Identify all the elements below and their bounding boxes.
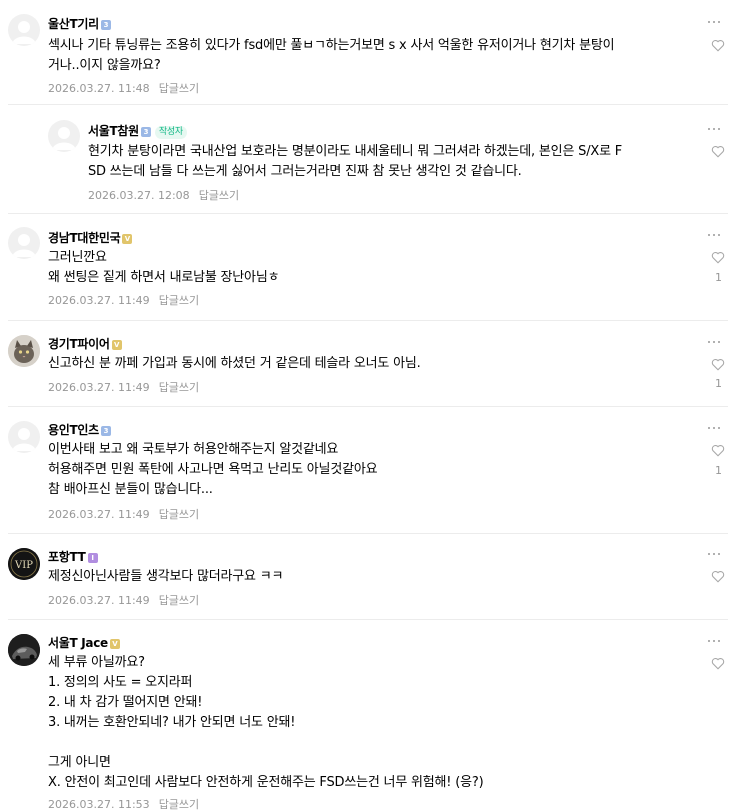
reply-button[interactable]: 답글쓰기 [159, 381, 199, 394]
more-options-icon[interactable] [708, 427, 721, 431]
divider [8, 104, 728, 105]
comment-date: 2026.03.27. 12:08 [88, 189, 190, 202]
reply-button[interactable]: 답글쓰기 [159, 798, 199, 811]
comment-date: 2026.03.27. 11:49 [48, 381, 150, 394]
comment-meta: 2026.03.27. 11:49 답글쓰기 [48, 506, 199, 522]
author-name[interactable]: 용인T인츠 3 [48, 421, 111, 438]
default-avatar-icon [12, 428, 36, 451]
vip-avatar-text: VIP [14, 560, 33, 571]
heart-icon[interactable] [711, 570, 725, 583]
comment-text: 신고하신 분 까페 가입과 동시에 하셨던 거 같은데 테슬라 오너도 아님. [48, 356, 421, 371]
comment-date: 2026.03.27. 11:53 [48, 798, 150, 811]
reply-button[interactable]: 답글쓰기 [159, 594, 199, 607]
divider [8, 320, 728, 321]
comment-text: 그러닌깐요 왜 썬팅은 짙게 하면서 내로남불 장난아님ㅎ [48, 250, 280, 285]
avatar[interactable] [8, 634, 40, 666]
comment-text: 세 부류 아닐까요? 1. 정의의 사도 = 오지라퍼 2. 내 차 감가 떨어… [48, 655, 484, 790]
heart-icon[interactable] [711, 657, 725, 670]
car-avatar-icon [8, 634, 40, 666]
avatar[interactable] [48, 120, 80, 152]
comment-meta: 2026.03.27. 11:48 답글쓰기 [48, 80, 199, 96]
cat-avatar-icon [8, 335, 40, 367]
level-icon: I [87, 553, 98, 563]
author-name[interactable]: 포항TT I [48, 548, 98, 565]
avatar[interactable] [8, 227, 40, 259]
default-avatar-icon [52, 127, 76, 150]
comment-date: 2026.03.27. 11:48 [48, 82, 150, 95]
more-options-icon[interactable] [708, 553, 721, 557]
level-icon: V [109, 639, 120, 649]
divider [8, 213, 728, 214]
comment-date: 2026.03.27. 11:49 [48, 508, 150, 521]
author-name[interactable]: 경기T파이어 V [48, 335, 122, 352]
avatar[interactable] [8, 14, 40, 46]
default-avatar-icon [12, 234, 36, 257]
reply-button[interactable]: 답글쓰기 [159, 294, 199, 307]
author-name[interactable]: 울산T기리 3 [48, 15, 111, 32]
more-options-icon[interactable] [708, 640, 721, 644]
reply-button[interactable]: 답글쓰기 [199, 189, 239, 202]
comment-date: 2026.03.27. 11:49 [48, 294, 150, 307]
level-icon: 3 [100, 426, 111, 436]
avatar[interactable]: VIP [8, 548, 40, 580]
divider [8, 533, 728, 534]
writer-badge: 작성자 [154, 126, 187, 139]
level-icon: V [111, 340, 122, 350]
divider [8, 619, 728, 620]
vip-avatar-icon: VIP [8, 548, 40, 580]
level-icon: 3 [140, 127, 151, 137]
default-avatar-icon [12, 21, 36, 44]
comment-meta: 2026.03.27. 12:08 답글쓰기 [88, 187, 239, 203]
like-count: 1 [715, 464, 722, 477]
comment-text: 제정신아닌사람들 생각보다 많더라구요 ㅋㅋ [48, 569, 284, 584]
level-icon: V [122, 234, 133, 244]
more-options-icon[interactable] [708, 341, 721, 345]
more-options-icon[interactable] [708, 21, 721, 25]
comment-meta: 2026.03.27. 11:49 답글쓰기 [48, 592, 199, 608]
comment-text: 현기차 분탕이라면 국내산업 보호라는 명분이라도 내세울테니 뭐 그러셔라 하… [88, 144, 623, 179]
comment-text: 이번사태 보고 왜 국토부가 허용안해주는지 알것같네요 허용해주면 민원 폭탄… [48, 442, 378, 497]
comment-meta: 2026.03.27. 11:49 답글쓰기 [48, 379, 199, 395]
reply-button[interactable]: 답글쓰기 [159, 82, 199, 95]
comment-date: 2026.03.27. 11:49 [48, 594, 150, 607]
level-icon: 3 [100, 20, 111, 30]
comment-text: 섹시나 기타 튜닝류는 조용히 있다가 fsd에만 풀ㅂㄱ하는거보면 s x 사… [48, 38, 615, 73]
comment-meta: 2026.03.27. 11:49 답글쓰기 [48, 292, 199, 308]
divider [8, 406, 728, 407]
author-name[interactable]: 경남T대한민국 V [48, 229, 133, 246]
heart-icon[interactable] [711, 358, 725, 371]
heart-icon[interactable] [711, 251, 725, 264]
reply-button[interactable]: 답글쓰기 [159, 508, 199, 521]
heart-icon[interactable] [711, 145, 725, 158]
author-name[interactable]: 서울T Jace V [48, 634, 120, 651]
comment-meta: 2026.03.27. 11:53 답글쓰기 [48, 796, 199, 812]
like-count: 1 [715, 377, 722, 390]
avatar[interactable] [8, 335, 40, 367]
heart-icon[interactable] [711, 444, 725, 457]
author-name[interactable]: 서울T참원 3 작성자 [88, 122, 187, 139]
avatar[interactable] [8, 421, 40, 453]
like-count: 1 [715, 271, 722, 284]
more-options-icon[interactable] [708, 128, 721, 132]
more-options-icon[interactable] [708, 234, 721, 238]
heart-icon[interactable] [711, 39, 725, 52]
